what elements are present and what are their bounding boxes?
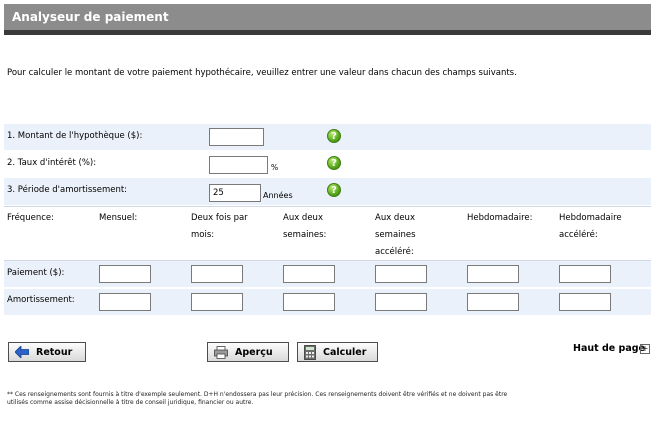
calculate-button[interactable]: Calculer [297,342,378,362]
amortization-row: 3. Période d'amortissement: Années ? [4,178,651,205]
amortization-weekly-accelerated-input[interactable] [559,293,611,311]
payment-label: Paiement ($): [7,268,65,278]
calculate-label: Calculer [323,346,367,358]
help-icon[interactable]: ? [327,156,341,170]
plus-box-icon[interactable]: + [640,344,650,354]
amortization-input[interactable] [209,184,261,202]
interest-rate-row: 2. Taux d'intérêt (%): % ? [4,151,651,177]
column-semimonthly: Deux fois par mois: [191,213,248,240]
column-monthly: Mensuel: [99,213,138,223]
amortization-monthly-input[interactable] [99,293,151,311]
interest-rate-input[interactable] [209,156,268,174]
help-icon[interactable]: ? [327,183,341,197]
amortization-weekly-input[interactable] [467,293,519,311]
amortization-label: 3. Période d'amortissement: [7,185,128,195]
page-title: Analyseur de paiement [12,10,169,24]
payment-weekly-input[interactable] [467,265,519,283]
frequency-label: Fréquence: [7,213,54,223]
amortization-semimonthly-input[interactable] [191,293,243,311]
divider [4,206,651,207]
amortization-result-label: Amortissement: [7,295,75,305]
payment-monthly-input[interactable] [99,265,151,283]
amortization-biweekly-input[interactable] [283,293,335,311]
mortgage-amount-input[interactable] [209,128,264,146]
back-to-top-link[interactable]: Haut de page [573,343,645,354]
payment-weekly-accelerated-input[interactable] [559,265,611,283]
disclaimer-footnote: ** Ces renseignements sont fournis à tit… [7,391,508,406]
percent-unit: % [271,163,279,172]
amortization-biweekly-accelerated-input[interactable] [375,293,427,311]
years-unit: Années [263,191,293,200]
intro-text: Pour calculer le montant de votre paieme… [7,68,517,78]
back-arrow-icon [15,346,29,358]
column-weekly: Hebdomadaire: [467,213,533,223]
payment-semimonthly-input[interactable] [191,265,243,283]
help-icon[interactable]: ? [327,129,341,143]
printer-icon [214,345,228,359]
mortgage-amount-label: 1. Montant de l'hypothèque ($): [7,131,143,141]
column-biweekly: Aux deux semaines: [283,213,327,240]
payment-biweekly-accelerated-input[interactable] [375,265,427,283]
preview-label: Aperçu [235,346,273,358]
page-header: Analyseur de paiement [4,4,651,35]
payment-row: Paiement ($): [4,261,651,287]
preview-button[interactable]: Aperçu [207,342,289,362]
amortization-result-row: Amortissement: [4,289,651,315]
mortgage-amount-row: 1. Montant de l'hypothèque ($): ? [4,124,651,150]
back-label: Retour [36,346,73,358]
interest-rate-label: 2. Taux d'intérêt (%): [7,158,97,168]
column-weekly-accelerated: Hebdomadaire accéléré: [559,213,622,240]
column-biweekly-accelerated: Aux deux semaines accéléré: [375,213,416,257]
calculator-icon [304,344,316,360]
payment-biweekly-input[interactable] [283,265,335,283]
back-button[interactable]: Retour [8,342,86,362]
